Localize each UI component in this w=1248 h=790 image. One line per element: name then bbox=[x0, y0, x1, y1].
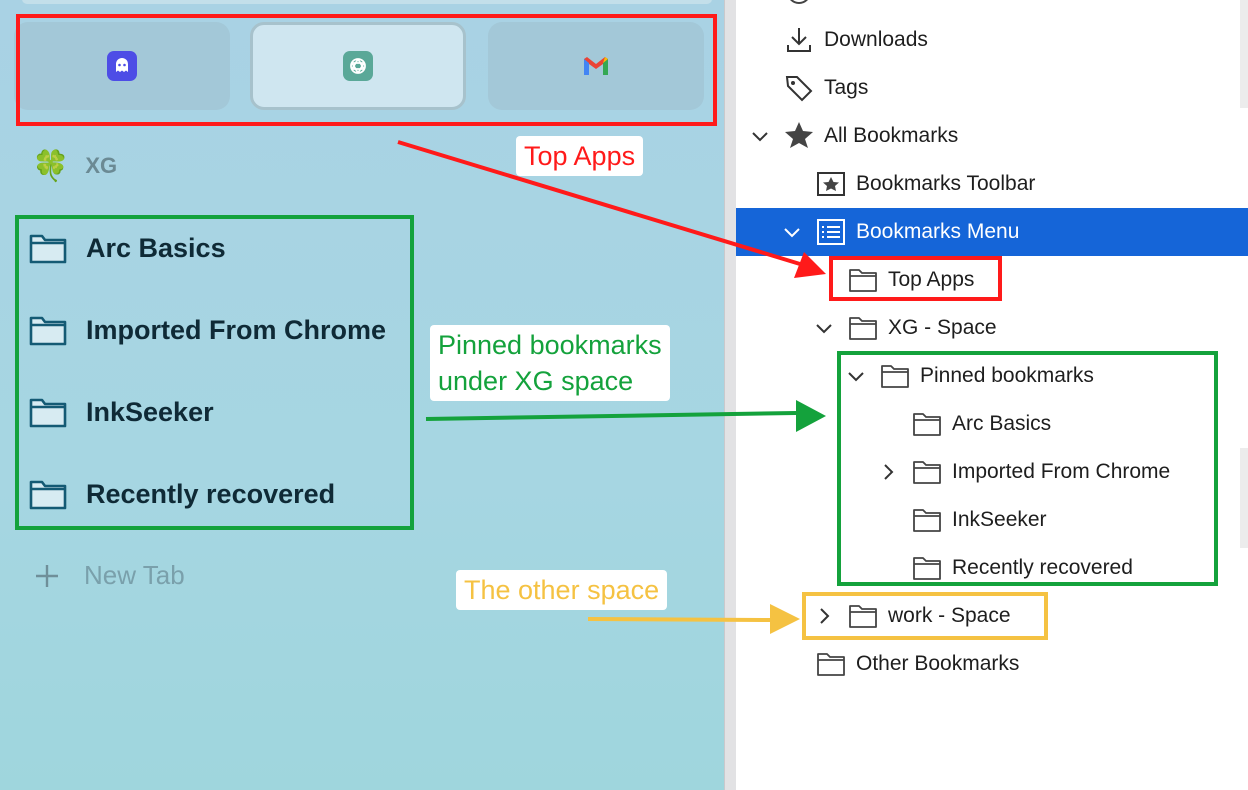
sidebar-top-strip bbox=[22, 0, 712, 4]
top-apps-callout: Top Apps bbox=[516, 136, 644, 176]
top-apps-highlight-box bbox=[16, 14, 717, 126]
clock-icon bbox=[790, 0, 808, 4]
tree-row-tags[interactable]: Tags bbox=[736, 64, 1248, 112]
tree-label: Bookmarks Toolbar bbox=[856, 172, 1036, 195]
tree-label: Downloads bbox=[824, 28, 928, 51]
chevron-down-icon[interactable] bbox=[814, 318, 834, 338]
tree-work-space-highlight-box bbox=[802, 592, 1048, 640]
tree-label: Bookmarks Menu bbox=[856, 220, 1020, 243]
tree-row-history[interactable] bbox=[736, 0, 1248, 16]
pinned-highlight-box bbox=[15, 215, 414, 530]
tree-label: XG - Space bbox=[888, 316, 997, 339]
menu-list-icon bbox=[817, 219, 845, 245]
tree-row-bookmarks-toolbar[interactable]: Bookmarks Toolbar bbox=[736, 160, 1248, 208]
tree-row-xg-space[interactable]: XG - Space bbox=[736, 304, 1248, 352]
tree-row-bookmarks-menu[interactable]: Bookmarks Menu bbox=[736, 208, 1248, 256]
new-tab-label: New Tab bbox=[84, 560, 185, 590]
tree-top-apps-highlight-box bbox=[829, 256, 1002, 301]
space-name: XG bbox=[85, 153, 118, 178]
space-header[interactable]: 🍀 XG bbox=[32, 148, 117, 184]
toolbar-star-icon bbox=[817, 172, 845, 196]
tree-row-downloads[interactable]: Downloads bbox=[736, 16, 1248, 64]
chevron-down-icon[interactable] bbox=[750, 126, 770, 146]
tag-icon bbox=[785, 76, 813, 102]
new-tab-button[interactable]: New Tab bbox=[34, 560, 185, 591]
tree-row-other-bookmarks[interactable]: Other Bookmarks bbox=[736, 640, 1248, 688]
tree-label: Tags bbox=[824, 76, 869, 99]
plus-icon bbox=[36, 564, 58, 587]
panel-divider bbox=[724, 0, 736, 790]
tree-label: All Bookmarks bbox=[824, 124, 959, 147]
tree-row-all-bookmarks[interactable]: All Bookmarks bbox=[736, 112, 1248, 160]
clover-emoji: 🍀 bbox=[32, 149, 70, 183]
pinned-callout-line2: under XG space bbox=[438, 366, 634, 396]
folder-icon bbox=[849, 317, 877, 340]
other-space-callout: The other space bbox=[456, 570, 668, 610]
tree-label: Other Bookmarks bbox=[856, 652, 1020, 675]
star-icon bbox=[785, 122, 813, 148]
pinned-callout-line1: Pinned bookmarks bbox=[438, 330, 662, 360]
chevron-down-icon[interactable] bbox=[782, 222, 802, 242]
pinned-callout: Pinned bookmarks under XG space bbox=[430, 325, 670, 401]
folder-icon bbox=[817, 653, 845, 676]
download-icon bbox=[787, 28, 811, 52]
tree-pinned-highlight-box bbox=[837, 351, 1218, 586]
